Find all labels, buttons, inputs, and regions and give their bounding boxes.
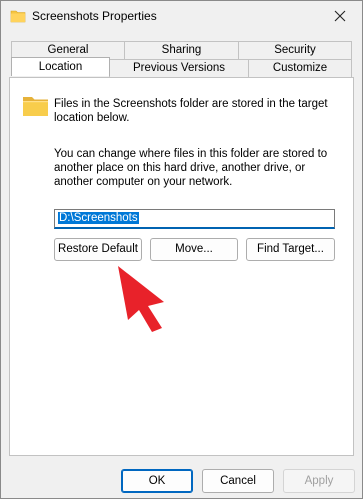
tab-location[interactable]: Location <box>11 57 110 76</box>
find-target-button[interactable]: Find Target... <box>246 238 335 261</box>
location-path-input[interactable]: D:\Screenshots <box>54 209 335 229</box>
tab-previous-versions[interactable]: Previous Versions <box>109 59 249 77</box>
red-arrow-annotation <box>114 264 174 337</box>
title-bar[interactable]: Screenshots Properties <box>1 1 362 31</box>
tab-row-front: Location Previous Versions Customize <box>11 57 352 77</box>
apply-button[interactable]: Apply <box>283 469 355 493</box>
location-description-text: You can change where files in this folde… <box>54 148 328 188</box>
tab-security[interactable]: Security <box>238 41 352 59</box>
folder-icon <box>10 9 26 26</box>
location-intro-text: Files in the Screenshots folder are stor… <box>54 98 328 124</box>
window-title: Screenshots Properties <box>32 9 157 23</box>
location-panel: Files in the Screenshots folder are stor… <box>9 77 354 456</box>
close-icon <box>334 10 346 22</box>
restore-default-button[interactable]: Restore Default <box>54 238 142 261</box>
folder-icon <box>22 95 49 120</box>
tab-sharing[interactable]: Sharing <box>124 41 239 59</box>
move-button[interactable]: Move... <box>150 238 238 261</box>
properties-dialog: Screenshots Properties General Sharing S… <box>0 0 363 499</box>
close-button[interactable] <box>318 1 362 31</box>
path-value: D:\Screenshots <box>58 212 139 224</box>
cancel-button[interactable]: Cancel <box>202 469 274 493</box>
tab-customize[interactable]: Customize <box>248 59 352 77</box>
ok-button[interactable]: OK <box>121 469 193 493</box>
